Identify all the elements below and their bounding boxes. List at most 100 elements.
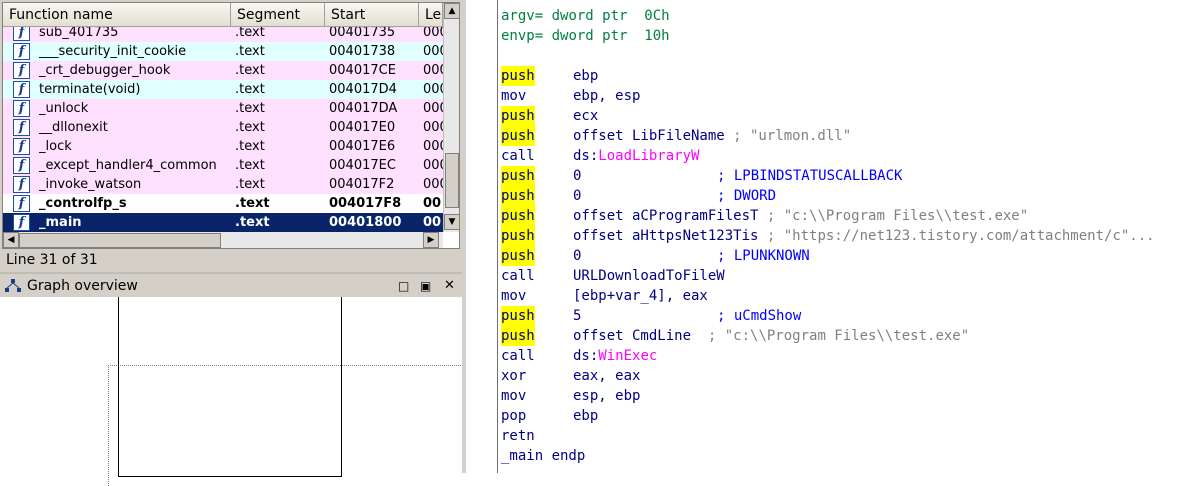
- close-icon[interactable]: ✕: [444, 275, 455, 297]
- function-icon: f: [13, 119, 30, 136]
- function-start: 004017DA: [329, 101, 398, 116]
- function-row[interactable]: f __dllonexit .text 004017E0 000: [3, 118, 443, 137]
- function-name: __dllonexit: [39, 120, 108, 135]
- instruction-line[interactable]: push offset aCProgramFilesT ; "c:\\Progra…: [501, 206, 1028, 226]
- function-segment: .text: [235, 120, 265, 135]
- function-row[interactable]: f _crt_debugger_hook .text 004017CE 000: [3, 61, 443, 80]
- function-row[interactable]: f _unlock .text 004017DA 000: [3, 99, 443, 118]
- scroll-left-icon[interactable]: ◀: [3, 232, 19, 248]
- instruction-line[interactable]: push offset CmdLine ; "c:\\Program Files\…: [501, 326, 969, 346]
- horizontal-scroll-thumb[interactable]: [19, 233, 221, 248]
- instruction-line[interactable]: push 0 ; LPBINDSTATUSCALLBACK: [501, 166, 902, 186]
- function-row[interactable]: f terminate(void) .text 004017D4 000: [3, 80, 443, 99]
- operand-text: ecx: [573, 108, 599, 124]
- operand-text: [ebp+var_4], eax: [573, 288, 708, 304]
- mnemonic: call: [501, 268, 535, 284]
- scroll-up-icon[interactable]: ▲: [444, 3, 459, 19]
- stack-var-line[interactable]: argv= dword ptr 0Ch: [501, 6, 670, 26]
- operand-text: offset LibFileName: [573, 128, 725, 144]
- graph-overview-canvas[interactable]: [0, 297, 469, 486]
- function-segment: .text: [235, 44, 265, 59]
- operand-text: 5: [573, 308, 582, 324]
- line-status: Line 31 of 31: [6, 252, 98, 268]
- function-name: _lock: [39, 139, 72, 154]
- stack-var-type: dword ptr 0Ch: [543, 8, 670, 24]
- function-icon: f: [13, 62, 30, 79]
- restore-icon[interactable]: ▣: [420, 275, 431, 297]
- instruction-line[interactable]: push 0 ; LPUNKNOWN: [501, 246, 810, 266]
- operand-text: offset aCProgramFilesT: [573, 208, 759, 224]
- function-segment: .text: [235, 101, 265, 116]
- functions-horizontal-scrollbar[interactable]: ◀ ▶: [3, 232, 443, 248]
- function-end-line[interactable]: _main endp: [501, 446, 670, 466]
- operands: offset aHttpsNet123Tis ; "https://net123…: [573, 226, 1155, 246]
- instruction-line[interactable]: push offset aHttpsNet123Tis ; "https://ne…: [501, 226, 1155, 246]
- function-row[interactable]: f _main .text 00401800 00: [3, 213, 443, 232]
- mnemonic: pop: [501, 408, 527, 424]
- instruction-line[interactable]: call URLDownloadToFileW: [501, 266, 725, 286]
- function-len: 000: [423, 177, 443, 192]
- instruction-line[interactable]: call ds:LoadLibraryW: [501, 146, 699, 166]
- instruction-line[interactable]: push ecx: [501, 106, 670, 126]
- column-length[interactable]: Le: [419, 3, 443, 27]
- instruction-line[interactable]: push ebp: [501, 66, 670, 86]
- comment: ; DWORD: [717, 188, 777, 204]
- operand-text: esp, ebp: [573, 388, 641, 404]
- operands: ebp: [573, 406, 598, 426]
- operands: [ebp+var_4], eax: [573, 286, 708, 306]
- vertical-scroll-thumb[interactable]: [445, 153, 459, 208]
- graph-viewport-frame[interactable]: [118, 297, 342, 477]
- function-len: 000: [423, 158, 443, 173]
- api-name[interactable]: WinExec: [598, 348, 657, 364]
- function-icon: f: [13, 214, 30, 231]
- disassembly-view[interactable]: argv= dword ptr 0Ch envp= dword ptr 10h pu…: [466, 0, 1197, 473]
- functions-vertical-scrollbar[interactable]: ▲ ▼: [443, 3, 459, 232]
- column-segment[interactable]: Segment: [231, 3, 325, 27]
- function-start: 00401738: [329, 44, 396, 59]
- function-len: 00: [423, 196, 442, 211]
- maximize-icon[interactable]: □: [398, 275, 409, 297]
- operands: ds:WinExec: [573, 346, 657, 366]
- scroll-right-icon[interactable]: ▶: [423, 232, 439, 248]
- functions-window: Function name Segment Start Le f sub_4017…: [2, 2, 460, 249]
- function-row[interactable]: f _lock .text 004017E6 000: [3, 137, 443, 156]
- function-row[interactable]: f _invoke_watson .text 004017F2 000: [3, 175, 443, 194]
- function-row[interactable]: f _except_handler4_common .text 004017EC 000: [3, 156, 443, 175]
- function-len: 000: [423, 27, 443, 40]
- instruction-line[interactable]: retn: [501, 426, 670, 446]
- function-row[interactable]: f ___security_init_cookie .text 00401738 000: [3, 42, 443, 61]
- function-name: _main: [39, 215, 82, 230]
- operands: esp, ebp: [573, 386, 640, 406]
- scroll-down-icon[interactable]: ▼: [444, 214, 459, 230]
- function-name: _crt_debugger_hook: [39, 63, 171, 78]
- instruction-line[interactable]: mov esp, ebp: [501, 386, 670, 406]
- api-name[interactable]: LoadLibraryW: [598, 148, 699, 164]
- function-name: sub_401735: [39, 27, 119, 40]
- mnemonic: call: [501, 148, 535, 164]
- operands: ecx: [573, 106, 598, 126]
- instruction-line[interactable]: mov ebp, esp: [501, 86, 670, 106]
- function-row[interactable]: f sub_401735 .text 00401735 000: [3, 27, 443, 42]
- instruction-line[interactable]: push 0 ; DWORD: [501, 186, 776, 206]
- function-start: 004017F8: [329, 196, 402, 211]
- stack-var-line[interactable]: envp= dword ptr 10h: [501, 26, 670, 46]
- function-segment: .text: [235, 158, 265, 173]
- function-icon: f: [13, 27, 30, 41]
- function-icon: f: [13, 43, 30, 60]
- operands: ebp: [573, 66, 598, 86]
- instruction-line[interactable]: push 5 ; uCmdShow: [501, 306, 801, 326]
- operand-text: eax, eax: [573, 368, 641, 384]
- column-start[interactable]: Start: [325, 3, 419, 27]
- instruction-line[interactable]: call ds:WinExec: [501, 346, 670, 366]
- instruction-line[interactable]: pop ebp: [501, 406, 670, 426]
- instruction-line[interactable]: xor eax, eax: [501, 366, 670, 386]
- function-len: 000: [423, 139, 443, 154]
- function-row[interactable]: f _controlfp_s .text 004017F8 00: [3, 194, 443, 213]
- function-segment: .text: [235, 215, 270, 230]
- instruction-line[interactable]: mov [ebp+var_4], eax: [501, 286, 708, 306]
- function-len: 000: [423, 44, 443, 59]
- function-len: 000: [423, 101, 443, 116]
- column-function-name[interactable]: Function name: [3, 3, 231, 27]
- mnemonic: push: [501, 306, 535, 326]
- instruction-line[interactable]: push offset LibFileName ; "urlmon.dll": [501, 126, 851, 146]
